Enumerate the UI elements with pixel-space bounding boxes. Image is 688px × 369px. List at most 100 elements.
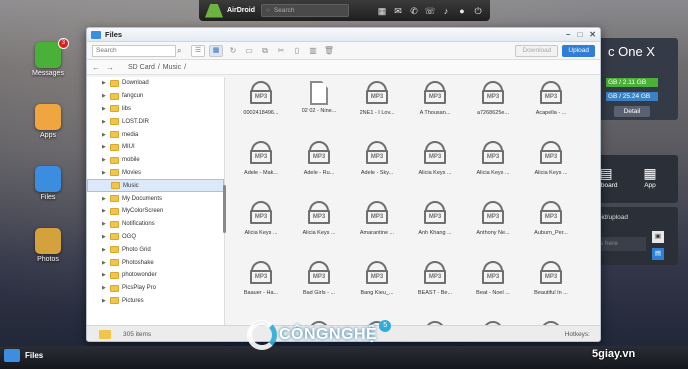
- clipboard-icon[interactable]: ▥: [307, 45, 319, 57]
- breadcrumb-item[interactable]: Music: [163, 64, 181, 71]
- file-item[interactable]: MP3 Alicia Keys ...: [464, 141, 522, 176]
- tree-item[interactable]: ▶ Notifications: [87, 218, 224, 231]
- tree-item[interactable]: ▶ libs: [87, 103, 224, 116]
- maximize-icon[interactable]: □: [577, 30, 582, 39]
- cut-icon[interactable]: ✂: [275, 45, 287, 57]
- tree-item[interactable]: ▶ mobile: [87, 154, 224, 167]
- file-item[interactable]: MP3 a7268625e...: [464, 81, 522, 116]
- top-search-input[interactable]: ○ Search: [261, 4, 349, 17]
- file-item[interactable]: MP3 Bang Kieu_...: [348, 261, 406, 296]
- expand-arrow-icon[interactable]: ▶: [102, 132, 107, 138]
- phone-icon[interactable]: ✆: [408, 5, 420, 17]
- new-folder-icon[interactable]: ▭: [243, 45, 255, 57]
- list-view-icon[interactable]: ☰: [191, 44, 205, 57]
- detail-button[interactable]: Detail: [614, 106, 650, 117]
- file-item[interactable]: MP3 Alicia Keys ...: [406, 141, 464, 176]
- user-icon[interactable]: ●: [456, 5, 468, 17]
- tree-item[interactable]: ▶ PicsPlay Pro: [87, 282, 224, 295]
- copy-icon[interactable]: ⧉: [259, 45, 271, 57]
- desktop-icon-files[interactable]: Files: [31, 166, 65, 201]
- notification-icon[interactable]: ♪: [440, 5, 452, 17]
- power-icon[interactable]: ⏻: [472, 5, 484, 17]
- file-item[interactable]: MP3 Anh Khang ...: [406, 201, 464, 236]
- tree-item[interactable]: Music: [87, 179, 224, 193]
- file-item[interactable]: MP3 Alicia Keys ...: [522, 141, 580, 176]
- hotkeys-label[interactable]: Hotkeys:: [565, 331, 590, 338]
- tree-item[interactable]: ▶ Movies: [87, 167, 224, 180]
- minimize-icon[interactable]: –: [566, 30, 570, 39]
- tree-item[interactable]: ▶ Download: [87, 77, 224, 90]
- file-item[interactable]: MP3 A Thousan...: [406, 81, 464, 116]
- expand-arrow-icon[interactable]: ▶: [102, 119, 107, 125]
- call-icon[interactable]: ☏: [424, 5, 436, 17]
- expand-arrow-icon[interactable]: ▶: [102, 285, 107, 291]
- file-item[interactable]: MP3 Beautiful In ...: [522, 261, 580, 296]
- grid-view-icon[interactable]: ▦: [209, 44, 223, 57]
- download-button[interactable]: Download: [515, 44, 559, 57]
- desktop-icon-photos[interactable]: Photos: [31, 228, 65, 263]
- tree-item[interactable]: ▶ LOST.DIR: [87, 115, 224, 128]
- expand-arrow-icon[interactable]: ▶: [102, 298, 107, 304]
- expand-arrow-icon[interactable]: ▶: [102, 196, 107, 202]
- tree-item[interactable]: ▶ MyColorScreen: [87, 205, 224, 218]
- file-item[interactable]: MP3 Adele - Sky...: [348, 141, 406, 176]
- expand-arrow-icon[interactable]: ▶: [102, 208, 107, 214]
- expand-arrow-icon[interactable]: ▶: [102, 157, 107, 163]
- expand-arrow-icon[interactable]: ▶: [102, 93, 107, 99]
- expand-arrow-icon[interactable]: ▶: [102, 260, 107, 266]
- file-item[interactable]: MP3 0002418496...: [232, 81, 290, 116]
- search-icon[interactable]: ⌕: [177, 45, 187, 57]
- file-item[interactable]: 02 02 - Nine...: [290, 81, 348, 114]
- file-item[interactable]: MP3 Baauer - Ha...: [232, 261, 290, 296]
- tree-item[interactable]: ▶ My Documents: [87, 192, 224, 205]
- taskbar-files-item[interactable]: Files: [4, 349, 43, 362]
- file-item[interactable]: MP3 Adele - Ru...: [290, 141, 348, 176]
- tree-item[interactable]: ▶ media: [87, 128, 224, 141]
- close-icon[interactable]: ✕: [589, 30, 596, 39]
- file-item[interactable]: MP3 Beat - Noel ...: [464, 261, 522, 296]
- file-item[interactable]: MP3 Adele - Mak...: [232, 141, 290, 176]
- file-item[interactable]: MP3 Alicia Keys ...: [232, 201, 290, 236]
- desktop-icon-apps[interactable]: Apps: [31, 104, 65, 139]
- tree-item[interactable]: ▶ fangcun: [87, 90, 224, 103]
- tree-scrollbar[interactable]: [223, 185, 226, 233]
- expand-arrow-icon[interactable]: ▶: [102, 272, 107, 278]
- file-item[interactable]: MP3 Amarantine ...: [348, 201, 406, 236]
- desktop-icon-messages[interactable]: 3 Messages: [31, 38, 69, 77]
- upload-folder-icon[interactable]: ▣: [652, 231, 664, 243]
- tree-item[interactable]: ▶ Photoshake: [87, 256, 224, 269]
- apps-icon[interactable]: ▦: [376, 5, 388, 17]
- expand-arrow-icon[interactable]: ▶: [102, 247, 107, 253]
- window-title-bar[interactable]: Files – □ ✕: [87, 28, 600, 42]
- expand-arrow-icon[interactable]: ▶: [102, 106, 107, 112]
- file-item[interactable]: MP3 Anthony Ne...: [464, 201, 522, 236]
- file-item[interactable]: MP3 BEAST - Be...: [406, 261, 464, 296]
- expand-arrow-icon[interactable]: ▶: [102, 234, 107, 240]
- expand-arrow-icon[interactable]: ▶: [102, 221, 107, 227]
- tree-item[interactable]: ▶ photowonder: [87, 269, 224, 282]
- airdroid-brand: AirDroid: [205, 3, 255, 18]
- breadcrumb-item[interactable]: SD Card: [128, 64, 155, 71]
- delete-icon[interactable]: 🗑: [323, 45, 335, 57]
- tree-item[interactable]: ▶ OGQ: [87, 231, 224, 244]
- expand-arrow-icon[interactable]: ▶: [102, 80, 107, 86]
- tree-item[interactable]: ▶ Pictures: [87, 295, 224, 308]
- upload-file-icon[interactable]: ▤: [652, 248, 664, 260]
- back-arrow-icon[interactable]: ←: [92, 63, 100, 72]
- file-item[interactable]: MP3 Alicia Keys ...: [290, 201, 348, 236]
- tree-item[interactable]: ▶ Photo Grid: [87, 243, 224, 256]
- app-tool[interactable]: ▦ App: [632, 165, 668, 189]
- tree-item[interactable]: ▶ MIUI: [87, 141, 224, 154]
- file-item[interactable]: MP3 Auburn_Per...: [522, 201, 580, 236]
- file-item[interactable]: MP3 Bad Girls - ...: [290, 261, 348, 296]
- upload-button[interactable]: Upload: [562, 44, 595, 57]
- mail-icon[interactable]: ✉: [392, 5, 404, 17]
- forward-arrow-icon[interactable]: →: [106, 63, 114, 72]
- expand-arrow-icon[interactable]: ▶: [102, 144, 107, 150]
- paste-icon[interactable]: ▯: [291, 45, 303, 57]
- file-item[interactable]: MP3 Acapella - ...: [522, 81, 580, 116]
- expand-arrow-icon[interactable]: ▶: [102, 170, 107, 176]
- refresh-icon[interactable]: ↻: [227, 45, 239, 57]
- file-item[interactable]: MP3 2NE1 - I Lov...: [348, 81, 406, 116]
- files-search-input[interactable]: [92, 44, 176, 57]
